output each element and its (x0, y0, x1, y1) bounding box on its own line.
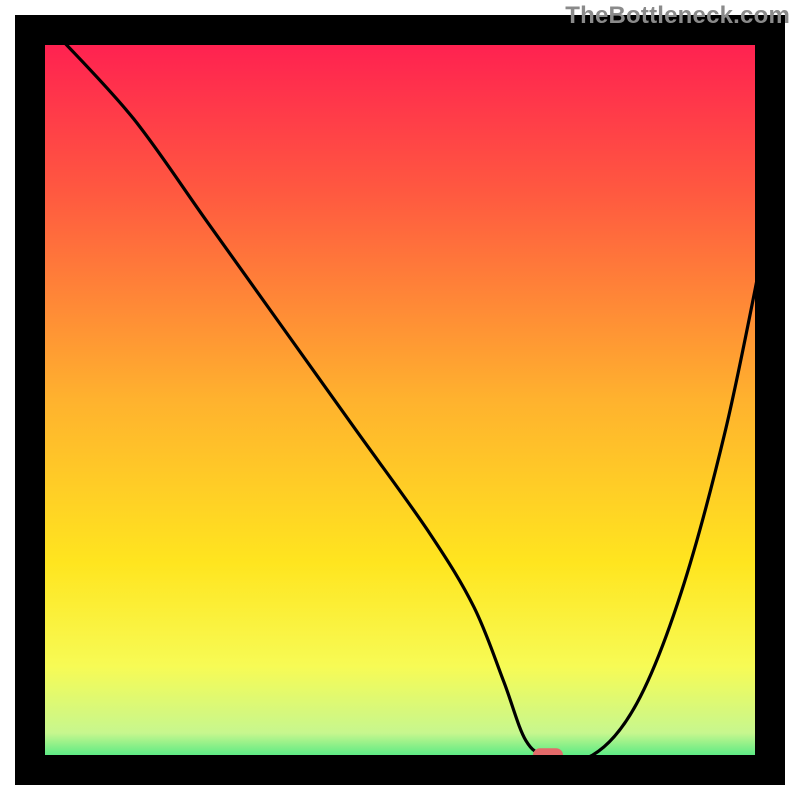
watermark-text: TheBottleneck.com (565, 2, 790, 30)
chart-stage: TheBottleneck.com (0, 0, 800, 800)
bottleneck-chart (0, 0, 800, 800)
